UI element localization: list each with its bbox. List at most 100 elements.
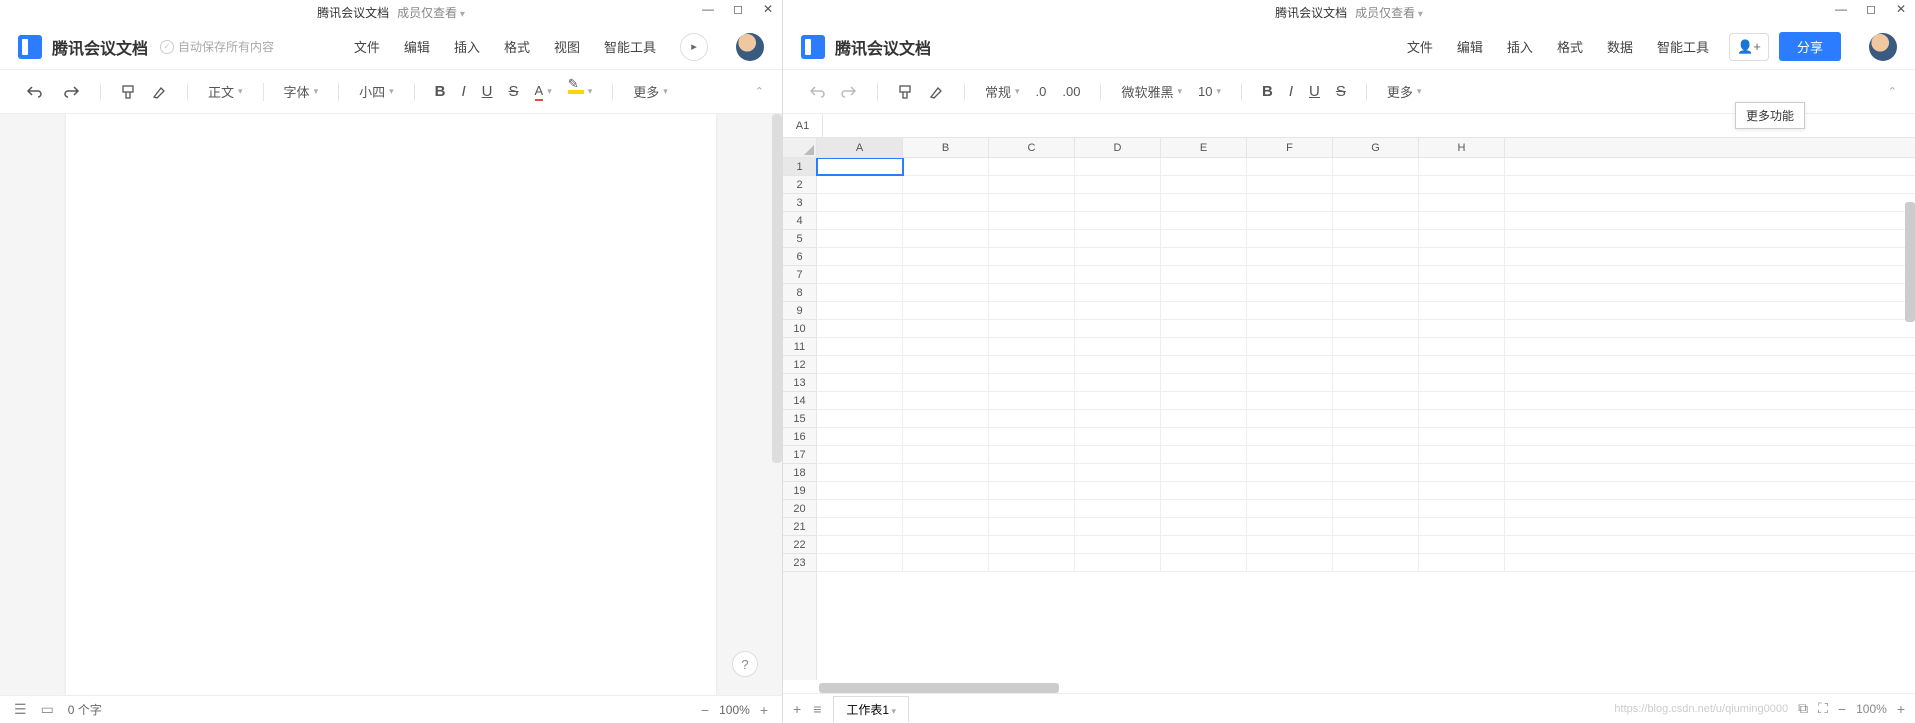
- row-header[interactable]: 11: [783, 338, 816, 356]
- cell[interactable]: [1419, 230, 1505, 247]
- style-select[interactable]: 正文: [202, 78, 249, 105]
- cell[interactable]: [1161, 410, 1247, 427]
- cell[interactable]: [1161, 230, 1247, 247]
- cell[interactable]: [1075, 500, 1161, 517]
- cell[interactable]: [1419, 392, 1505, 409]
- cell[interactable]: [903, 446, 989, 463]
- row-header[interactable]: 15: [783, 410, 816, 428]
- cell[interactable]: [1161, 284, 1247, 301]
- menu-insert[interactable]: 插入: [454, 37, 480, 56]
- cell[interactable]: [1419, 482, 1505, 499]
- cell[interactable]: [1333, 284, 1419, 301]
- cell[interactable]: [1247, 428, 1333, 445]
- cell[interactable]: [1161, 158, 1247, 175]
- cell[interactable]: [817, 284, 903, 301]
- cell[interactable]: [1333, 464, 1419, 481]
- cell[interactable]: [903, 554, 989, 571]
- cell[interactable]: [1075, 194, 1161, 211]
- cell[interactable]: [817, 266, 903, 283]
- cell[interactable]: [817, 158, 903, 175]
- cell[interactable]: [1333, 338, 1419, 355]
- font-size-select[interactable]: 10: [1192, 80, 1227, 103]
- cell[interactable]: [1161, 482, 1247, 499]
- row-header[interactable]: 21: [783, 518, 816, 536]
- cell[interactable]: [1161, 248, 1247, 265]
- cell[interactable]: [989, 176, 1075, 193]
- row-header[interactable]: 16: [783, 428, 816, 446]
- cell[interactable]: [1247, 446, 1333, 463]
- row-header[interactable]: 1: [783, 158, 816, 176]
- cell[interactable]: [1161, 518, 1247, 535]
- cell[interactable]: [1419, 302, 1505, 319]
- cell[interactable]: [903, 464, 989, 481]
- name-box[interactable]: A1: [783, 114, 823, 137]
- cell[interactable]: [1419, 248, 1505, 265]
- row-header[interactable]: 5: [783, 230, 816, 248]
- cell[interactable]: [1333, 518, 1419, 535]
- cell[interactable]: [817, 212, 903, 229]
- cell[interactable]: [1419, 338, 1505, 355]
- cell[interactable]: [817, 446, 903, 463]
- cell[interactable]: [1333, 320, 1419, 337]
- menu-insert[interactable]: 插入: [1507, 37, 1533, 56]
- cell[interactable]: [1161, 266, 1247, 283]
- cell[interactable]: [1075, 302, 1161, 319]
- font-size-select[interactable]: 小四: [353, 78, 400, 105]
- menu-edit[interactable]: 编辑: [404, 37, 430, 56]
- row-header[interactable]: 7: [783, 266, 816, 284]
- row-header[interactable]: 22: [783, 536, 816, 554]
- cell[interactable]: [989, 302, 1075, 319]
- cell[interactable]: [817, 356, 903, 373]
- cell[interactable]: [817, 320, 903, 337]
- cell[interactable]: [1161, 446, 1247, 463]
- cell[interactable]: [1333, 356, 1419, 373]
- cell[interactable]: [817, 482, 903, 499]
- cell[interactable]: [903, 518, 989, 535]
- cell[interactable]: [1075, 284, 1161, 301]
- cell[interactable]: [1419, 176, 1505, 193]
- cell[interactable]: [1247, 410, 1333, 427]
- decrease-decimal-icon[interactable]: .0: [1030, 80, 1053, 103]
- cell[interactable]: [1075, 392, 1161, 409]
- cell[interactable]: [1333, 248, 1419, 265]
- cell[interactable]: [903, 230, 989, 247]
- cell[interactable]: [903, 410, 989, 427]
- cell[interactable]: [817, 428, 903, 445]
- cell[interactable]: [1161, 194, 1247, 211]
- clear-format-icon[interactable]: [145, 81, 173, 103]
- cell[interactable]: [903, 266, 989, 283]
- cell[interactable]: [1419, 356, 1505, 373]
- cell[interactable]: [989, 500, 1075, 517]
- cell[interactable]: [903, 158, 989, 175]
- cell[interactable]: [1333, 536, 1419, 553]
- cell[interactable]: [1075, 374, 1161, 391]
- horizontal-scrollbar[interactable]: [819, 683, 1059, 693]
- cell[interactable]: [1161, 554, 1247, 571]
- row-header[interactable]: 13: [783, 374, 816, 392]
- cell[interactable]: [1247, 356, 1333, 373]
- cell[interactable]: [1419, 500, 1505, 517]
- cell[interactable]: [1075, 554, 1161, 571]
- cell[interactable]: [1419, 428, 1505, 445]
- cell[interactable]: [1333, 392, 1419, 409]
- cell[interactable]: [1247, 266, 1333, 283]
- cell[interactable]: [1333, 158, 1419, 175]
- cell[interactable]: [1075, 356, 1161, 373]
- cell[interactable]: [903, 176, 989, 193]
- cell[interactable]: [989, 230, 1075, 247]
- menu-file[interactable]: 文件: [1407, 37, 1433, 56]
- font-color-icon[interactable]: A: [529, 79, 558, 105]
- cell[interactable]: [1419, 284, 1505, 301]
- cell[interactable]: [1247, 176, 1333, 193]
- cell[interactable]: [1419, 464, 1505, 481]
- user-avatar[interactable]: [1869, 33, 1897, 61]
- cell[interactable]: [1333, 500, 1419, 517]
- bold-icon[interactable]: B: [1256, 79, 1279, 104]
- cell[interactable]: [817, 230, 903, 247]
- cell[interactable]: [1247, 464, 1333, 481]
- menu-format[interactable]: 格式: [1557, 37, 1583, 56]
- redo-icon[interactable]: [58, 81, 86, 103]
- minimize-icon[interactable]: —: [700, 2, 716, 16]
- cell[interactable]: [903, 284, 989, 301]
- cell[interactable]: [1419, 194, 1505, 211]
